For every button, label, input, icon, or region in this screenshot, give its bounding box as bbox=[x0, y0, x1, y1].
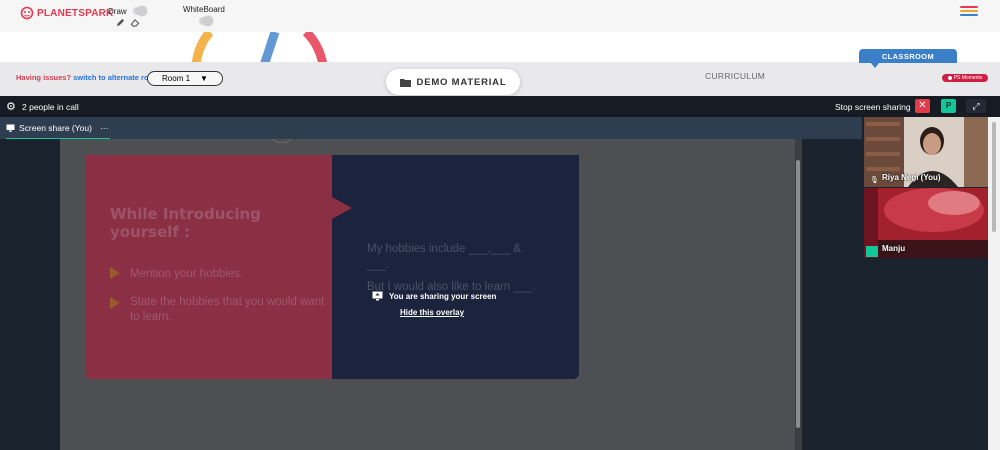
planetspark-logo[interactable]: PLANETSPARK bbox=[20, 5, 113, 21]
stop-screen-sharing-label[interactable]: Stop screen sharing bbox=[835, 102, 911, 112]
ps-moments-button[interactable]: PS Moments bbox=[942, 74, 988, 82]
speaking-indicator bbox=[866, 246, 878, 257]
slide-arrow-notch bbox=[332, 197, 352, 219]
demo-material-label: DEMO MATERIAL bbox=[416, 76, 507, 88]
room-select[interactable]: Room 1 ▼ bbox=[147, 71, 223, 86]
mic-icon: 🎙 bbox=[870, 177, 879, 184]
logo-icon bbox=[20, 6, 34, 20]
pencil-icon[interactable] bbox=[116, 18, 125, 27]
room-select-value: Room 1 bbox=[162, 74, 191, 83]
participant-video-tile[interactable]: Manju bbox=[864, 188, 988, 258]
slide-bullet: Mention your hobbies. bbox=[130, 268, 244, 280]
tab-classroom[interactable]: CLASSROOM bbox=[859, 49, 957, 68]
more-options-icon[interactable]: ··· bbox=[100, 123, 109, 133]
share-tab-bar bbox=[0, 117, 862, 139]
sharing-overlay-message: You are sharing your screen bbox=[372, 291, 496, 301]
stop-sharing-button[interactable]: ✕ bbox=[915, 99, 930, 113]
whiteboard-label: WhiteBoard bbox=[183, 5, 225, 14]
whiteboard-toggle[interactable] bbox=[199, 16, 213, 26]
tab-screen-share[interactable]: Screen share (You) ··· bbox=[6, 117, 111, 140]
participant-button[interactable]: P bbox=[941, 99, 956, 113]
tab-curriculum[interactable]: CURRICULUM bbox=[705, 71, 765, 81]
video-panel-scrollbar-thumb[interactable] bbox=[992, 122, 996, 232]
slide-right-text: My hobbies include ___,___ & ___. bbox=[367, 243, 522, 271]
gear-icon[interactable]: ⚙ bbox=[6, 100, 16, 113]
slide-circle-decoration bbox=[272, 139, 292, 143]
screen-share-icon bbox=[6, 124, 15, 132]
presentation-slide: While Introducing yourself : Mention you… bbox=[85, 155, 579, 379]
top-toolbar bbox=[0, 0, 1000, 33]
camera-icon bbox=[947, 76, 952, 80]
screen-share-icon bbox=[372, 291, 383, 301]
fullscreen-icon[interactable]: ⤢ bbox=[966, 99, 986, 113]
share-scrollbar-thumb[interactable] bbox=[796, 160, 800, 428]
chevron-down-icon: ▼ bbox=[200, 74, 208, 83]
sharing-overlay-text: You are sharing your screen bbox=[389, 291, 497, 301]
slide-heading: While Introducing yourself : bbox=[110, 205, 261, 241]
call-bar: ⚙ 2 people in call Stop screen sharing bbox=[0, 96, 1000, 117]
bullet-triangle-icon bbox=[110, 267, 120, 279]
draw-label: Draw bbox=[108, 7, 127, 16]
ps-moments-label: PS Moments bbox=[953, 75, 983, 81]
people-count: 2 people in call bbox=[22, 102, 79, 112]
slide-bullet: State the hobbies that you would want to… bbox=[130, 296, 325, 323]
participant-name: Riya Negi (You) bbox=[882, 173, 941, 182]
issues-notice: Having issues? switch to alternate room bbox=[16, 73, 160, 82]
bullet-triangle-icon bbox=[110, 297, 120, 309]
demo-material-button[interactable]: DEMO MATERIAL bbox=[386, 69, 520, 95]
hide-overlay-link[interactable]: Hide this overlay bbox=[400, 308, 464, 317]
participant-video-tile[interactable]: 🎙 Riya Negi (You) bbox=[864, 117, 988, 187]
screen-share-tab-label: Screen share (You) bbox=[19, 122, 92, 133]
issues-text: Having issues? bbox=[16, 73, 72, 82]
logo-text: PLANETSPARK bbox=[37, 7, 114, 19]
draw-toggle[interactable] bbox=[133, 6, 147, 16]
folder-icon bbox=[399, 78, 411, 87]
eraser-icon[interactable] bbox=[130, 18, 140, 27]
hamburger-menu-icon[interactable] bbox=[960, 6, 978, 16]
participant-name: Manju bbox=[882, 244, 906, 253]
